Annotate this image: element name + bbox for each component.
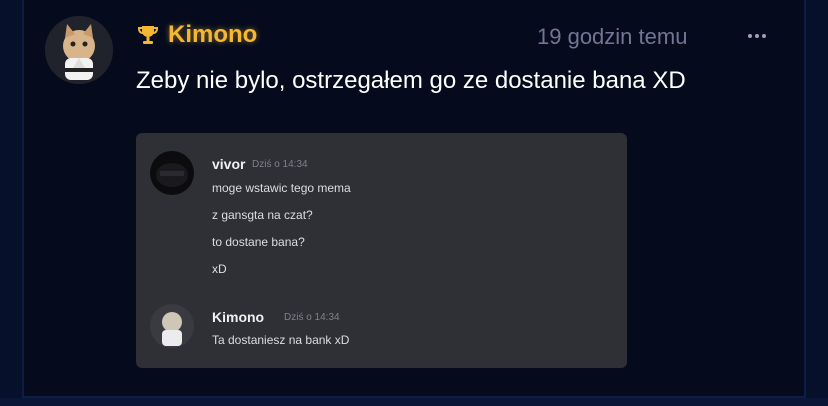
screenshot-line: to dostane bana? <box>212 235 305 249</box>
post-timestamp: 19 godzin temu <box>537 24 688 49</box>
post-author-name[interactable]: Kimono <box>168 20 257 50</box>
trophy-icon <box>136 23 160 47</box>
next-post-edge <box>0 398 828 406</box>
screenshot-line: moge wstawic tego mema <box>212 181 351 195</box>
screenshot-author-1: vivor <box>212 156 246 172</box>
screenshot-line: z gansgta na czat? <box>212 208 313 222</box>
more-dots-icon[interactable] <box>742 22 772 50</box>
post-message-text: Zeby nie bylo, ostrzegałem go ze dostani… <box>136 67 686 94</box>
screenshot-time-1: Dziś o 14:34 <box>252 159 308 170</box>
screenshot-author-2: Kimono <box>212 309 265 325</box>
kimono-avatar <box>150 304 194 348</box>
screenshot-time-2: Dziś o 14:34 <box>284 312 340 323</box>
screenshot-line: Ta dostaniesz na bank xD <box>212 333 350 347</box>
screenshot-line: xD <box>212 262 227 276</box>
avatar[interactable] <box>45 16 113 84</box>
vivor-avatar <box>150 151 194 195</box>
attached-screenshot[interactable]: vivor Dziś o 14:34 moge wstawic tego mem… <box>136 133 627 368</box>
